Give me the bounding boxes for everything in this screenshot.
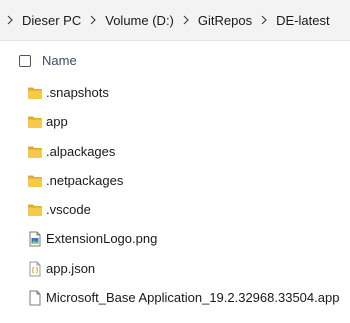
folder-icon bbox=[27, 85, 43, 101]
chevron-right-icon[interactable] bbox=[258, 14, 270, 26]
folder-icon bbox=[27, 114, 43, 130]
list-item[interactable]: ExtensionLogo.png bbox=[0, 224, 350, 253]
list-item[interactable]: app.json bbox=[0, 254, 350, 283]
file-name: ExtensionLogo.png bbox=[46, 231, 158, 247]
file-explorer-window: Dieser PC Volume (D:) GitRepos DE-latest… bbox=[0, 0, 350, 323]
folder-icon bbox=[27, 173, 43, 189]
file-name: .alpackages bbox=[46, 143, 116, 159]
json-file-icon bbox=[27, 261, 43, 277]
list-item[interactable]: Microsoft_Base Application_19.2.32968.33… bbox=[0, 283, 350, 312]
column-header: Name bbox=[0, 48, 350, 74]
breadcrumb-item-dieser-pc[interactable]: Dieser PC bbox=[22, 13, 81, 28]
file-name: .vscode bbox=[46, 202, 91, 218]
file-name: app.json bbox=[46, 260, 96, 276]
breadcrumb-item-gitrepos[interactable]: GitRepos bbox=[198, 13, 252, 28]
list-item[interactable]: .vscode bbox=[0, 195, 350, 224]
list-item[interactable]: .netpackages bbox=[0, 166, 350, 195]
list-item[interactable]: app bbox=[0, 107, 350, 136]
file-name: .netpackages bbox=[46, 172, 124, 188]
chevron-right-icon[interactable] bbox=[87, 14, 99, 26]
column-header-name[interactable]: Name bbox=[42, 53, 77, 68]
list-item[interactable]: .snapshots bbox=[0, 78, 350, 107]
file-name: Microsoft_Base Application_19.2.32968.33… bbox=[46, 290, 340, 306]
file-list: .snapshots app .alpackages .netpackages … bbox=[0, 78, 350, 312]
select-all-checkbox[interactable] bbox=[19, 55, 31, 67]
folder-icon bbox=[27, 202, 43, 218]
file-name: .snapshots bbox=[46, 85, 109, 100]
breadcrumb[interactable]: Dieser PC Volume (D:) GitRepos DE-latest bbox=[0, 0, 350, 41]
breadcrumb-item-de-latest[interactable]: DE-latest bbox=[276, 13, 329, 28]
chevron-right-icon[interactable] bbox=[4, 14, 16, 26]
document-file-icon bbox=[27, 290, 43, 306]
file-name: app bbox=[46, 114, 68, 130]
chevron-right-icon[interactable] bbox=[180, 14, 192, 26]
breadcrumb-item-volume-d[interactable]: Volume (D:) bbox=[105, 13, 174, 28]
list-item[interactable]: .alpackages bbox=[0, 137, 350, 166]
folder-icon bbox=[27, 144, 43, 160]
image-file-icon bbox=[27, 231, 43, 247]
